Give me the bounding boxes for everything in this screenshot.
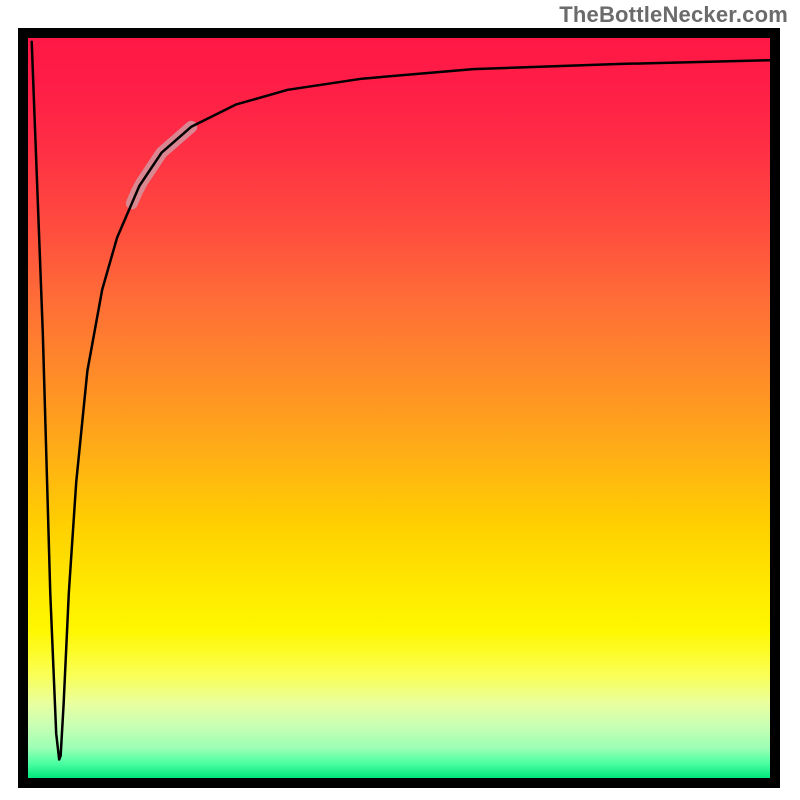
chart-plot-area	[28, 38, 770, 778]
chart-frame	[18, 28, 780, 788]
chart-curve-svg	[28, 38, 770, 778]
bottleneck-curve	[32, 42, 770, 760]
curve-highlight-segment	[132, 127, 191, 203]
attribution-text: TheBottleNecker.com	[559, 2, 788, 28]
